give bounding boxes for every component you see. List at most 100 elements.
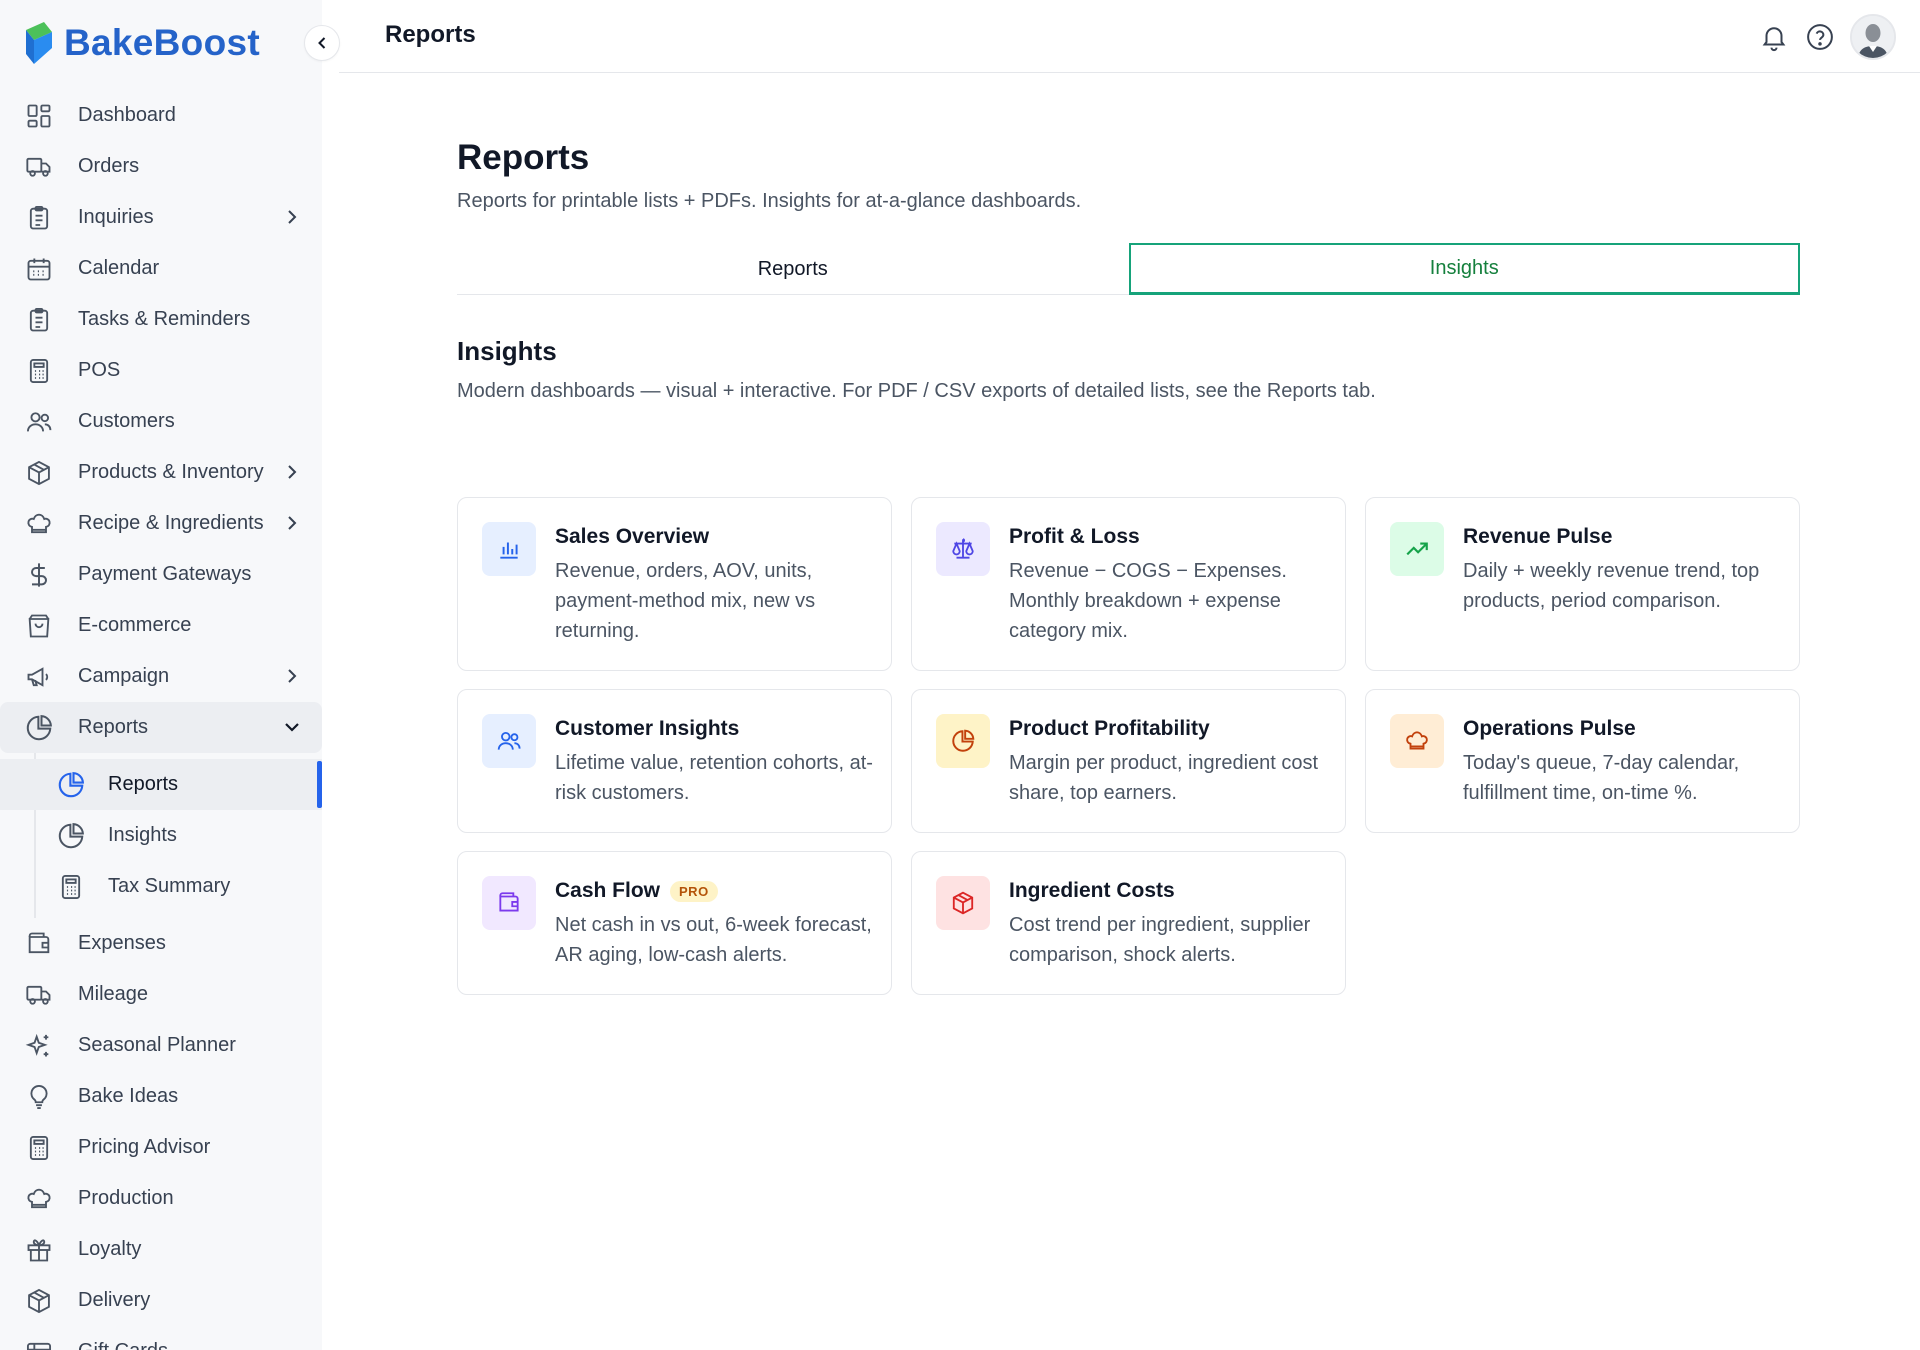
sidebar-item-payment-gateways[interactable]: Payment Gateways bbox=[0, 549, 322, 600]
users-icon bbox=[482, 714, 536, 768]
sidebar-subitem-insights[interactable]: Insights bbox=[0, 810, 322, 861]
section-subtitle: Modern dashboards — visual + interactive… bbox=[457, 380, 1376, 402]
tab-reports[interactable]: Reports bbox=[457, 243, 1129, 295]
sidebar-item-label: Products & Inventory bbox=[78, 461, 264, 483]
reports-submenu: Reports Insights Tax Summary bbox=[0, 753, 322, 918]
brand-logo[interactable]: BakeBoost bbox=[22, 16, 260, 70]
card-operations-pulse[interactable]: Operations Pulse Today's queue, 7-day ca… bbox=[1365, 689, 1800, 833]
brand-name: BakeBoost bbox=[64, 22, 260, 63]
dollar-icon bbox=[24, 560, 54, 590]
card-description: Today's queue, 7-day calendar, fulfillme… bbox=[1463, 752, 1740, 804]
chevron-right-icon bbox=[288, 669, 297, 683]
bar-chart-icon bbox=[482, 522, 536, 576]
user-avatar[interactable] bbox=[1850, 14, 1896, 60]
sidebar-item-label: Calendar bbox=[78, 257, 160, 279]
sidebar-item-recipes[interactable]: Recipe & Ingredients bbox=[0, 498, 322, 549]
chevron-right-icon bbox=[288, 465, 297, 479]
sidebar-item-gift-cards[interactable]: Gift Cards bbox=[0, 1326, 322, 1350]
sidebar-item-pricing-advisor[interactable]: Pricing Advisor bbox=[0, 1122, 322, 1173]
sidebar-item-customers[interactable]: Customers bbox=[0, 396, 322, 447]
sidebar-item-campaign[interactable]: Campaign bbox=[0, 651, 322, 702]
sidebar-item-tasks[interactable]: Tasks & Reminders bbox=[0, 294, 322, 345]
sidebar-item-products[interactable]: Products & Inventory bbox=[0, 447, 322, 498]
section-title: Insights bbox=[457, 336, 557, 366]
wallet-icon bbox=[482, 876, 536, 930]
sidebar-item-label: Delivery bbox=[78, 1289, 151, 1311]
sidebar-item-reports[interactable]: Reports bbox=[0, 702, 322, 753]
card-description: Margin per product, ingredient cost shar… bbox=[1009, 752, 1319, 804]
sidebar-subitem-reports[interactable]: Reports bbox=[0, 759, 322, 810]
card-title: Product Profitability bbox=[1009, 717, 1210, 740]
gift-card-icon bbox=[24, 1337, 54, 1350]
sidebar-subitem-label: Reports bbox=[108, 773, 179, 795]
chef-hat-icon bbox=[1390, 714, 1444, 768]
card-title: Customer Insights bbox=[555, 717, 740, 740]
tab-insights[interactable]: Insights bbox=[1128, 243, 1800, 295]
card-profit-loss[interactable]: Profit & Loss Revenue − COGS − Expenses.… bbox=[911, 497, 1346, 671]
sidebar-item-label: Recipe & Ingredients bbox=[78, 512, 264, 534]
bell-icon[interactable] bbox=[1758, 21, 1790, 53]
wallet-icon bbox=[24, 929, 54, 959]
card-title: Ingredient Costs bbox=[1009, 879, 1175, 902]
chevron-left-icon bbox=[318, 37, 326, 49]
sidebar-item-loyalty[interactable]: Loyalty bbox=[0, 1224, 322, 1275]
sidebar-item-ecommerce[interactable]: E-commerce bbox=[0, 600, 322, 651]
sidebar-item-label: Dashboard bbox=[78, 104, 176, 126]
card-description: Lifetime value, retention cohorts, at-ri… bbox=[555, 752, 873, 804]
card-description: Revenue, orders, AOV, units, payment-met… bbox=[555, 560, 816, 642]
sidebar-item-label: Gift Cards bbox=[78, 1340, 168, 1350]
calculator-icon bbox=[24, 1133, 54, 1163]
sidebar-item-label: Reports bbox=[78, 716, 149, 738]
sidebar-item-label: Campaign bbox=[78, 665, 170, 687]
truck-icon bbox=[24, 152, 54, 182]
sidebar-item-inquiries[interactable]: Inquiries bbox=[0, 192, 322, 243]
card-ingredient-costs[interactable]: Ingredient Costs Cost trend per ingredie… bbox=[911, 851, 1346, 995]
chevron-right-icon bbox=[288, 516, 297, 530]
scale-icon bbox=[936, 522, 990, 576]
sidebar-item-seasonal-planner[interactable]: Seasonal Planner bbox=[0, 1020, 322, 1071]
sidebar-item-label: Production bbox=[78, 1187, 174, 1209]
sidebar-item-label: Pricing Advisor bbox=[78, 1136, 211, 1158]
shopping-bag-icon bbox=[24, 611, 54, 641]
gift-icon bbox=[24, 1235, 54, 1265]
card-customer-insights[interactable]: Customer Insights Lifetime value, retent… bbox=[457, 689, 892, 833]
sidebar-subitem-label: Tax Summary bbox=[108, 875, 231, 897]
sidebar-subitem-tax-summary[interactable]: Tax Summary bbox=[0, 861, 322, 912]
sidebar-item-mileage[interactable]: Mileage bbox=[0, 969, 322, 1020]
card-title: Cash Flow PRO bbox=[555, 879, 718, 903]
chevron-right-icon bbox=[288, 210, 297, 224]
card-cash-flow[interactable]: Cash Flow PRO Net cash in vs out, 6-week… bbox=[457, 851, 892, 995]
card-revenue-pulse[interactable]: Revenue Pulse Daily + weekly revenue tre… bbox=[1365, 497, 1800, 671]
chef-hat-icon bbox=[24, 1184, 54, 1214]
card-description: Revenue − COGS − Expenses. Monthly break… bbox=[1009, 560, 1287, 642]
card-title: Sales Overview bbox=[555, 525, 710, 548]
sidebar-item-bake-ideas[interactable]: Bake Ideas bbox=[0, 1071, 322, 1122]
card-description: Cost trend per ingredient, supplier comp… bbox=[1009, 914, 1311, 966]
page-subtitle: Reports for printable lists + PDFs. Insi… bbox=[457, 190, 1082, 212]
sidebar-item-label: POS bbox=[78, 359, 121, 381]
card-title: Revenue Pulse bbox=[1463, 525, 1613, 548]
topbar-actions bbox=[1758, 14, 1896, 60]
card-product-profitability[interactable]: Product Profitability Margin per product… bbox=[911, 689, 1346, 833]
sidebar-item-label: E-commerce bbox=[78, 614, 192, 636]
sidebar-item-orders[interactable]: Orders bbox=[0, 141, 322, 192]
help-icon[interactable] bbox=[1804, 21, 1836, 53]
sidebar-item-pos[interactable]: POS bbox=[0, 345, 322, 396]
sidebar-item-expenses[interactable]: Expenses bbox=[0, 918, 322, 969]
truck-icon bbox=[24, 980, 54, 1010]
package-icon bbox=[24, 458, 54, 488]
sidebar-item-label: Customers bbox=[78, 410, 175, 432]
sidebar-item-label: Inquiries bbox=[78, 206, 154, 228]
sidebar-item-dashboard[interactable]: Dashboard bbox=[0, 90, 322, 141]
pie-chart-icon bbox=[56, 821, 86, 851]
sidebar-item-delivery[interactable]: Delivery bbox=[0, 1275, 322, 1326]
calculator-icon bbox=[24, 356, 54, 386]
card-sales-overview[interactable]: Sales Overview Revenue, orders, AOV, uni… bbox=[457, 497, 892, 671]
sidebar-item-calendar[interactable]: Calendar bbox=[0, 243, 322, 294]
sidebar-item-label: Orders bbox=[78, 155, 140, 177]
sidebar-item-label: Seasonal Planner bbox=[78, 1034, 236, 1056]
calculator-icon bbox=[56, 872, 86, 902]
card-description: Daily + weekly revenue trend, top produc… bbox=[1463, 560, 1760, 612]
collapse-sidebar-button[interactable] bbox=[304, 25, 340, 61]
sidebar-item-production[interactable]: Production bbox=[0, 1173, 322, 1224]
